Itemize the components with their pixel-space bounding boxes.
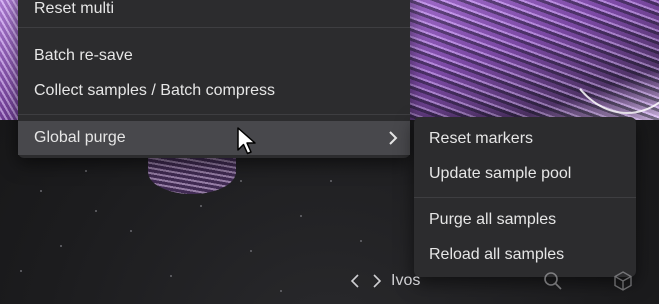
menu-separator bbox=[18, 114, 410, 115]
menu-item-label: Reset multi bbox=[34, 0, 115, 17]
search-icon[interactable] bbox=[543, 271, 563, 291]
submenu-item-update-sample-pool[interactable]: Update sample pool bbox=[414, 157, 636, 191]
bottom-bar: Ivos bbox=[0, 262, 659, 304]
chevron-left-icon[interactable] bbox=[350, 273, 360, 289]
submenu-item-label: Update sample pool bbox=[429, 165, 572, 182]
location-label: Ivos bbox=[391, 272, 421, 289]
mouse-cursor-icon bbox=[237, 127, 256, 155]
menu-item-label: Global purge bbox=[34, 129, 126, 146]
menu-separator bbox=[18, 27, 410, 28]
submenu: Reset markers Update sample pool Purge a… bbox=[414, 117, 636, 277]
chevron-right-icon[interactable] bbox=[372, 273, 382, 289]
menu-item-collect-samples[interactable]: Collect samples / Batch compress bbox=[18, 74, 410, 108]
context-menu: Reset multi Batch re-save Collect sample… bbox=[18, 0, 410, 158]
submenu-item-reset-markers[interactable]: Reset markers bbox=[414, 122, 636, 156]
submenu-item-label: Reset markers bbox=[429, 130, 534, 147]
menu-item-batch-resave[interactable]: Batch re-save bbox=[18, 39, 410, 73]
menu-item-global-purge[interactable]: Global purge bbox=[18, 121, 410, 155]
submenu-item-purge-all-samples[interactable]: Purge all samples bbox=[414, 203, 636, 237]
cube-icon[interactable] bbox=[612, 270, 634, 292]
nav-arrows bbox=[350, 273, 382, 289]
chevron-right-icon bbox=[389, 131, 398, 145]
artwork-right bbox=[400, 0, 659, 120]
menu-item-label: Collect samples / Batch compress bbox=[34, 82, 275, 99]
submenu-item-label: Purge all samples bbox=[429, 211, 557, 228]
submenu-separator bbox=[414, 197, 636, 198]
menu-item-label: Batch re-save bbox=[34, 47, 133, 64]
menu-item-reset-multi[interactable]: Reset multi bbox=[18, 0, 410, 26]
